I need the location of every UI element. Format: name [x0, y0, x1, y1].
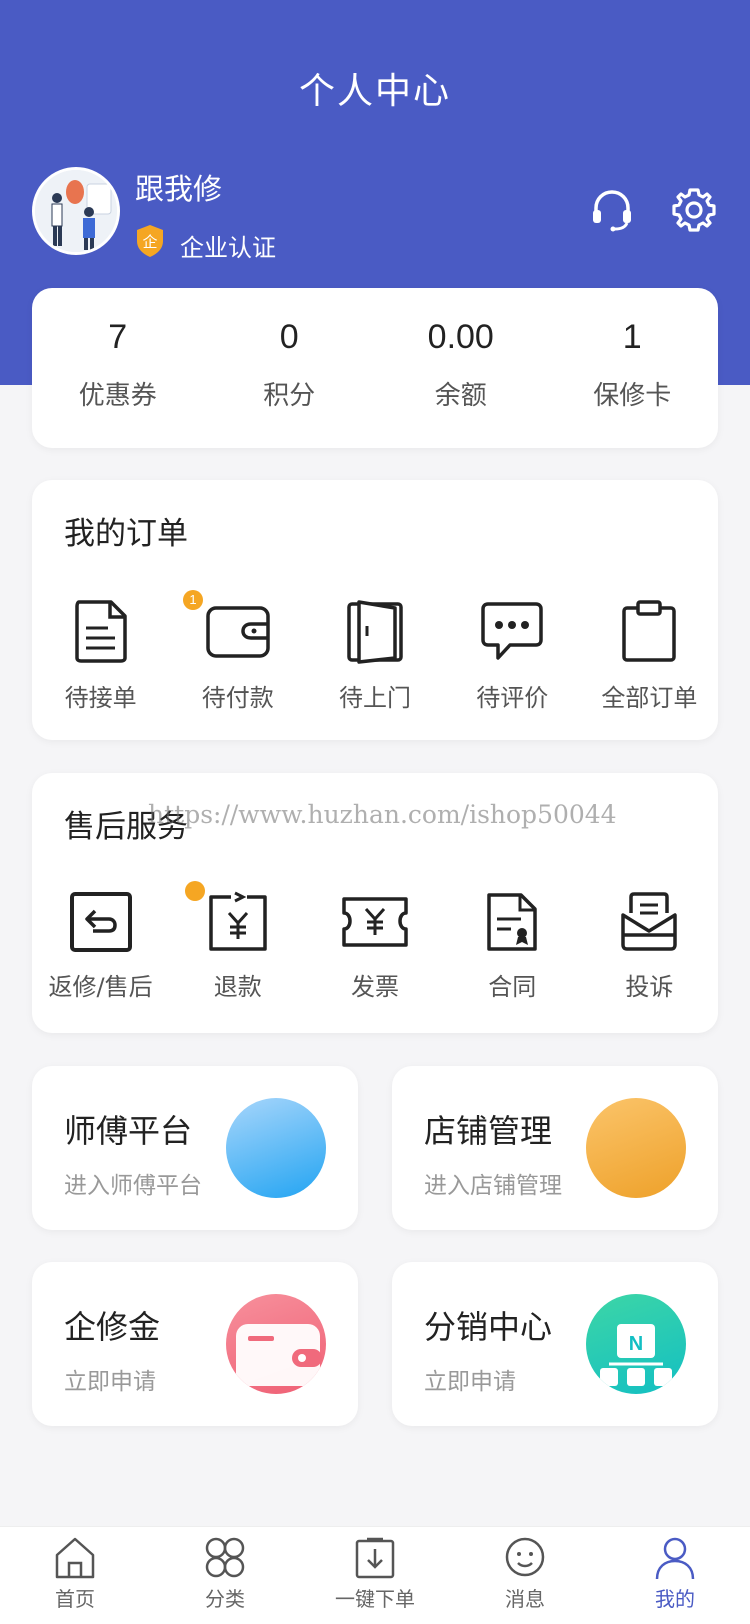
order-label: 待评价 [476, 684, 549, 712]
tile-subtitle: 进入店铺管理 [424, 1173, 562, 1199]
after-sales-contract[interactable]: 合同 [444, 891, 581, 1002]
chat-bubble-icon [481, 602, 543, 660]
order-pending-accept[interactable]: 1 待接单 [32, 590, 203, 713]
tab-profile[interactable]: 我的 [600, 1527, 750, 1624]
distribution-network-icon: N [586, 1294, 686, 1394]
stat-warranty-card[interactable]: 1 保修卡 [547, 288, 719, 448]
page-title: 个人中心 [298, 71, 451, 112]
tab-category[interactable]: 分类 [150, 1527, 300, 1624]
order-pending-review[interactable]: 待评价 [444, 598, 581, 713]
door-icon [347, 600, 403, 664]
order-label: 待接单 [64, 684, 137, 712]
refund-icon [209, 891, 267, 951]
tab-messages[interactable]: 消息 [450, 1527, 600, 1624]
after-sales-label: 返修/售后 [48, 973, 153, 1001]
stat-points[interactable]: 0 积分 [204, 288, 376, 448]
orders-title: 我的订单 [64, 516, 188, 552]
network-shape: N [600, 1324, 672, 1386]
clipboard-icon [622, 600, 677, 662]
profile-icon [655, 1537, 695, 1580]
username: 跟我修 [135, 172, 223, 206]
tab-quick-order[interactable]: 一键下单 [300, 1527, 450, 1624]
stat-coupons[interactable]: 7 优惠券 [32, 288, 204, 448]
after-sales-label: 合同 [488, 973, 537, 1001]
quick-order-icon [355, 1537, 395, 1579]
avatar[interactable] [32, 167, 120, 255]
message-icon [505, 1537, 545, 1577]
stat-value: 1 [622, 318, 642, 356]
tile-title: 师傅平台 [64, 1112, 193, 1150]
category-icon [205, 1537, 245, 1578]
tab-label: 首页 [55, 1587, 95, 1611]
tile-title: 店铺管理 [424, 1112, 553, 1150]
after-sales-label: 发票 [351, 973, 399, 1001]
complaint-icon [621, 892, 678, 951]
orders-card: 我的订单 1 待接单 待付款 待上门 待评价 全部订单 [32, 480, 718, 740]
invoice-icon [342, 897, 408, 947]
tab-label: 消息 [505, 1587, 545, 1611]
tab-label: 一键下单 [335, 1587, 415, 1611]
after-sales-return[interactable]: 返修/售后 [32, 881, 205, 1002]
tab-label: 分类 [205, 1587, 245, 1611]
gear-icon[interactable] [670, 186, 718, 234]
bottom-tab-bar: 首页 分类 一键下单 消息 我的 [0, 1526, 750, 1624]
stat-value: 0.00 [427, 318, 494, 356]
stat-balance[interactable]: 0.00 余额 [375, 288, 547, 448]
tile-title: 分销中心 [424, 1308, 553, 1346]
headset-icon[interactable] [588, 186, 636, 234]
order-all[interactable]: 全部订单 [581, 598, 718, 713]
tile-enterprise-fund[interactable]: 企修金 立即申请 [32, 1262, 358, 1426]
return-icon [69, 892, 132, 952]
after-sales-invoice[interactable]: 发票 [306, 891, 443, 1002]
order-label: 全部订单 [601, 684, 698, 712]
order-pending-visit[interactable]: 待上门 [306, 598, 443, 713]
stat-value: 7 [108, 318, 128, 356]
watermark: https://www.huzhan.com/ishop50044 [148, 800, 617, 829]
tile-shop-management[interactable]: 店铺管理 进入店铺管理 [392, 1066, 718, 1230]
after-sales-complaint[interactable]: 投诉 [581, 891, 718, 1002]
tile-master-platform[interactable]: 师傅平台 进入师傅平台 [32, 1066, 358, 1230]
certification-label: 企业认证 [180, 234, 276, 262]
document-icon [74, 600, 127, 663]
master-platform-icon [226, 1098, 326, 1198]
order-pending-payment[interactable]: 待付款 [169, 598, 306, 713]
wallet-card-shape [236, 1324, 322, 1386]
order-label: 待付款 [201, 684, 274, 712]
stat-label: 优惠券 [78, 381, 157, 411]
tile-distribution-center[interactable]: 分销中心 立即申请 N [392, 1262, 718, 1426]
stat-label: 保修卡 [593, 381, 672, 411]
cert-badge-char: 企 [142, 233, 157, 251]
tile-subtitle: 立即申请 [424, 1369, 516, 1395]
order-label: 待上门 [339, 684, 411, 712]
stats-card: 7 优惠券 0 积分 0.00 余额 1 保修卡 [32, 288, 718, 448]
contract-icon [487, 893, 537, 951]
distribution-glyph: N [629, 1333, 643, 1355]
after-sales-label: 退款 [213, 973, 262, 1001]
home-icon [55, 1537, 95, 1579]
wallet-card-icon [226, 1294, 326, 1394]
after-sales-refund[interactable]: 退款 [169, 891, 306, 1002]
tab-label: 我的 [655, 1587, 695, 1611]
stat-label: 余额 [434, 381, 487, 411]
shop-management-icon [586, 1098, 686, 1198]
tile-subtitle: 进入师傅平台 [64, 1173, 202, 1199]
stat-value: 0 [279, 318, 299, 356]
tile-title: 企修金 [64, 1308, 161, 1346]
wallet-icon [206, 606, 270, 658]
certification-shield-icon: 企 [137, 225, 163, 257]
after-sales-label: 投诉 [625, 973, 674, 1001]
tile-subtitle: 立即申请 [64, 1369, 156, 1395]
stat-label: 积分 [263, 381, 316, 411]
tab-home[interactable]: 首页 [0, 1527, 150, 1624]
